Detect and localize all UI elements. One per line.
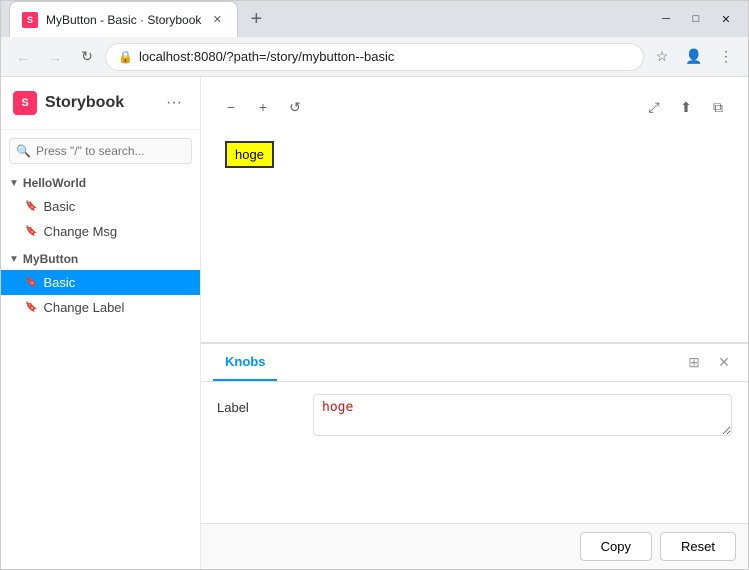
sidebar-item-label: Change Msg (43, 224, 117, 239)
address-text: localhost:8080/?path=/story/mybutton--ba… (139, 49, 631, 64)
preview-content: hoge (217, 133, 732, 176)
chrome-menu-button[interactable]: ⋮ (712, 43, 740, 71)
bookmark-icon: 🔖 (25, 302, 37, 313)
share-button[interactable]: ⬆ (672, 93, 700, 121)
reset-button[interactable]: Reset (660, 532, 736, 561)
knobs-tabs: Knobs ⊞ ✕ (201, 344, 748, 382)
storybook-logo-icon: S (13, 91, 37, 115)
search-icon: 🔍 (16, 144, 31, 158)
minimize-button[interactable]: ─ (652, 9, 680, 29)
sidebar-header: S Storybook ··· (1, 77, 200, 130)
knobs-panel: Knobs ⊞ ✕ Label (201, 343, 748, 523)
sidebar-item-helloworld-changemsg[interactable]: 🔖 Change Msg (1, 219, 200, 244)
bookmark-icon: 🔖 (25, 277, 37, 288)
chevron-down-icon: ▼ (9, 178, 19, 189)
copy-link-button[interactable]: ⧉ (704, 93, 732, 121)
sidebar-item-mybutton-basic[interactable]: 🔖 Basic (1, 270, 200, 295)
app-container: S Storybook ··· 🔍 ▼ HelloWorld 🔖 Bas (1, 77, 748, 569)
bookmark-icon: 🔖 (25, 201, 37, 212)
main-area: − + ↺ ⤢ ⬆ ⧉ hoge Knobs (201, 77, 748, 569)
reset-zoom-button[interactable]: ↺ (281, 93, 309, 121)
back-button[interactable]: ← (9, 43, 37, 71)
sidebar: S Storybook ··· 🔍 ▼ HelloWorld 🔖 Bas (1, 77, 201, 569)
sidebar-search[interactable]: 🔍 (9, 138, 192, 164)
knobs-tab[interactable]: Knobs (213, 344, 277, 381)
knobs-grid-button[interactable]: ⊞ (682, 351, 706, 375)
new-tab-button[interactable]: + (238, 1, 274, 37)
knobs-tab-right: ⊞ ✕ (682, 351, 736, 375)
sidebar-item-helloworld-basic[interactable]: 🔖 Basic (1, 194, 200, 219)
tab-favicon: S (22, 12, 38, 28)
preview-toolbar: − + ↺ ⤢ ⬆ ⧉ (217, 93, 732, 121)
sidebar-nav: ▼ HelloWorld 🔖 Basic 🔖 Change Msg ▼ (1, 172, 200, 569)
nav-right-controls: ☆ 👤 ⋮ (648, 43, 740, 71)
preview-right-buttons: ⤢ ⬆ ⧉ (640, 93, 732, 121)
forward-button[interactable]: → (41, 43, 69, 71)
preview-area: − + ↺ ⤢ ⬆ ⧉ hoge (201, 77, 748, 343)
sidebar-menu-button[interactable]: ··· (160, 89, 188, 117)
knob-row-label: Label (217, 394, 732, 436)
reload-button[interactable]: ↻ (73, 43, 101, 71)
demo-button[interactable]: hoge (225, 141, 274, 168)
copy-button[interactable]: Copy (580, 532, 652, 561)
sidebar-item-label: Basic (43, 199, 75, 214)
nav-group-helloworld: ▼ HelloWorld 🔖 Basic 🔖 Change Msg (1, 172, 200, 244)
bottom-bar: Copy Reset (201, 523, 748, 569)
nav-group-mybutton-title: MyButton (23, 252, 78, 266)
sidebar-item-mybutton-changelabel[interactable]: 🔖 Change Label (1, 295, 200, 320)
search-input[interactable] (9, 138, 192, 164)
knob-label-text: Label (217, 394, 297, 415)
nav-group-helloworld-header[interactable]: ▼ HelloWorld (1, 172, 200, 194)
tab-close-button[interactable]: ✕ (209, 12, 225, 28)
knob-label-input[interactable] (313, 394, 732, 436)
expand-button[interactable]: ⤢ (640, 93, 668, 121)
nav-group-mybutton-header[interactable]: ▼ MyButton (1, 248, 200, 270)
sidebar-logo: S Storybook (13, 91, 124, 115)
active-tab[interactable]: S MyButton - Basic · Storybook ✕ (9, 1, 238, 37)
nav-group-helloworld-title: HelloWorld (23, 176, 86, 190)
knobs-close-button[interactable]: ✕ (712, 351, 736, 375)
nav-bar: ← → ↻ 🔒 localhost:8080/?path=/story/mybu… (1, 37, 748, 77)
address-bar[interactable]: 🔒 localhost:8080/?path=/story/mybutton--… (105, 43, 644, 71)
title-bar: S MyButton - Basic · Storybook ✕ + ─ □ ✕ (1, 1, 748, 37)
close-button[interactable]: ✕ (712, 9, 740, 29)
sidebar-item-label: Change Label (43, 300, 124, 315)
chevron-down-icon: ▼ (9, 254, 19, 265)
nav-group-mybutton: ▼ MyButton 🔖 Basic 🔖 Change Label (1, 248, 200, 320)
bookmark-icon: 🔖 (25, 226, 37, 237)
tab-title: MyButton - Basic · Storybook (46, 13, 201, 27)
profile-button[interactable]: 👤 (680, 43, 708, 71)
window-controls: ─ □ ✕ (652, 9, 740, 29)
knobs-body: Label (201, 382, 748, 448)
bookmark-button[interactable]: ☆ (648, 43, 676, 71)
lock-icon: 🔒 (118, 50, 133, 64)
maximize-button[interactable]: □ (682, 9, 710, 29)
zoom-in-button[interactable]: + (249, 93, 277, 121)
zoom-out-button[interactable]: − (217, 93, 245, 121)
storybook-logo-text: Storybook (45, 94, 124, 112)
sidebar-item-label: Basic (43, 275, 75, 290)
tab-bar: S MyButton - Basic · Storybook ✕ + (9, 1, 274, 37)
